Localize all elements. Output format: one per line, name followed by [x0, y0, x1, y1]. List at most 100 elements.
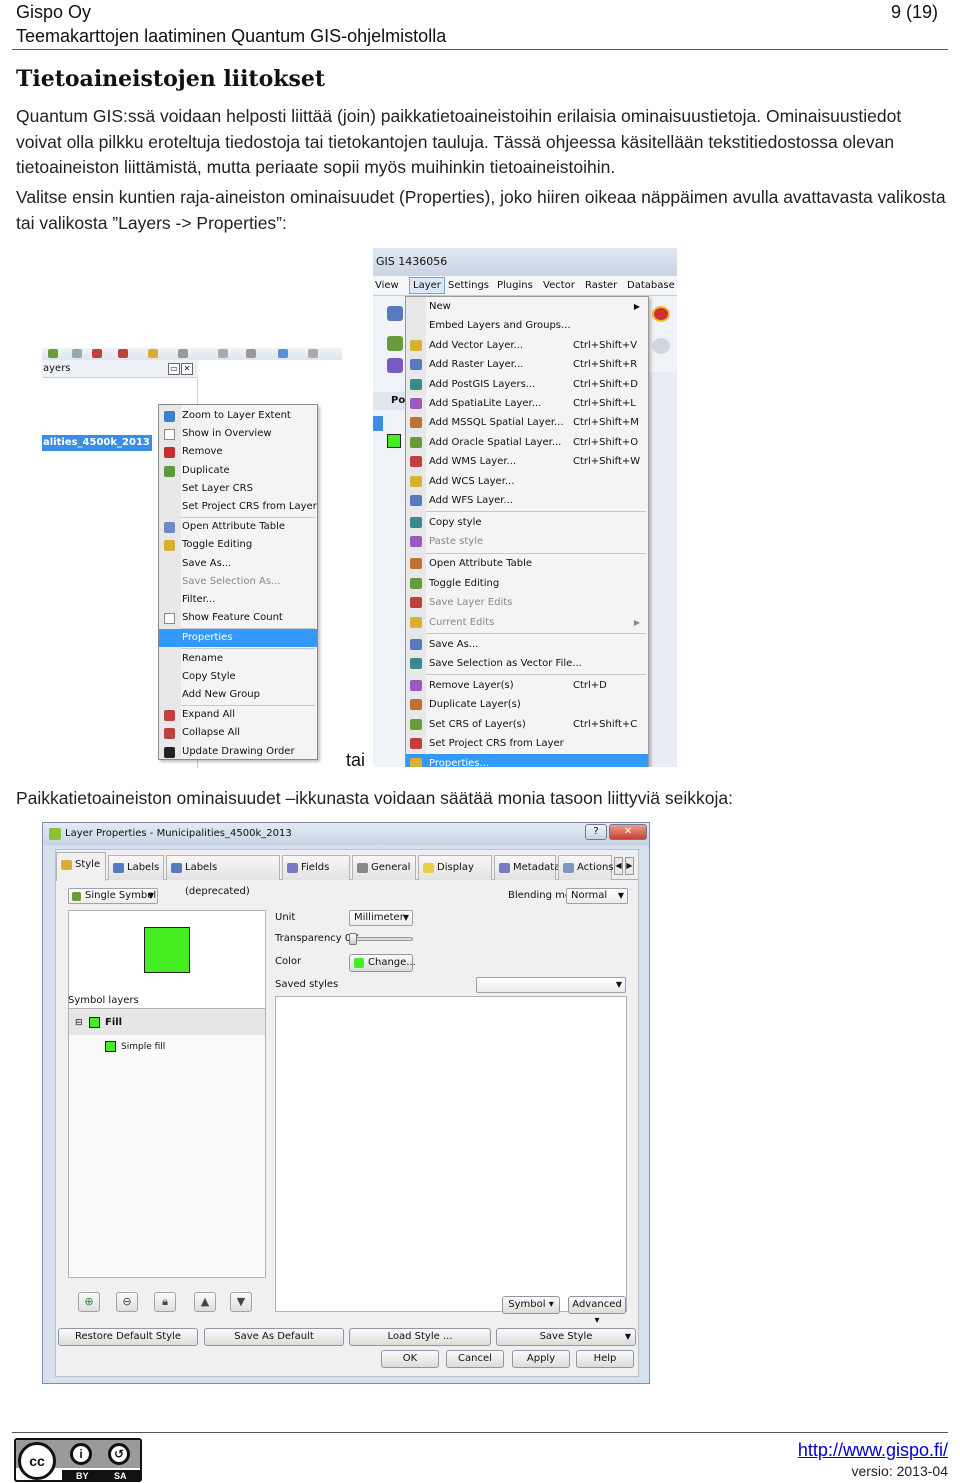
tab-scroll-left[interactable]: ◀: [614, 857, 623, 875]
remove-symbol-layer-button[interactable]: ⊖: [116, 1292, 138, 1312]
change-color-button[interactable]: Change...: [349, 954, 416, 972]
close-panel-button[interactable]: ✕: [181, 363, 193, 375]
menu-vector[interactable]: Vector: [543, 280, 575, 291]
context-menu-item[interactable]: Save Selection As...: [159, 573, 317, 591]
toolbar-icon[interactable]: [72, 349, 82, 358]
tab-actions[interactable]: Actions: [558, 855, 614, 880]
tree-item-simple-fill[interactable]: Simple fill: [121, 1042, 165, 1052]
layer-icon[interactable]: [387, 358, 403, 373]
layer-menu-item[interactable]: Copy style: [406, 513, 648, 532]
selected-layer[interactable]: alities_4500k_2013: [42, 435, 152, 451]
menu-database[interactable]: Database: [627, 280, 675, 291]
tab-labels-deprecated[interactable]: Labels (deprecated): [166, 855, 280, 897]
layer-menu-item[interactable]: Add SpatiaLite Layer... Ctrl+Shift+L: [406, 394, 648, 413]
toolbar-icon[interactable]: [246, 349, 256, 358]
layer-menu-item[interactable]: Properties...: [406, 753, 648, 767]
toolbar-icon[interactable]: [48, 349, 58, 358]
context-menu-item[interactable]: Set Project CRS from Layer: [159, 498, 317, 516]
layer-menu-item[interactable]: Save As...: [406, 635, 648, 654]
tree-collapse-toggle[interactable]: ⊟: [75, 1018, 83, 1028]
context-menu-item[interactable]: Open Attribute Table: [159, 518, 317, 536]
tab-labels[interactable]: Labels: [108, 855, 164, 880]
context-menu-item[interactable]: Show in Overview: [159, 425, 317, 443]
toolbar-icon[interactable]: [308, 349, 318, 358]
tab-scroll-right[interactable]: ▶: [625, 857, 634, 875]
layer-menu-item[interactable]: Current Edits ▶: [406, 613, 648, 632]
unit-select[interactable]: Millimeter ▼: [349, 910, 413, 926]
add-symbol-layer-button[interactable]: ⊕: [78, 1292, 100, 1312]
website-link[interactable]: http://www.gispo.fi/: [798, 1440, 948, 1461]
layer-menu-item[interactable]: Add MSSQL Spatial Layer... Ctrl+Shift+M: [406, 413, 648, 432]
help-button[interactable]: Help: [576, 1350, 634, 1368]
layer-menu-item[interactable]: Paste style: [406, 532, 648, 551]
context-menu-item[interactable]: Update Drawing Order: [159, 743, 317, 761]
context-menu-item[interactable]: Filter...: [159, 591, 317, 609]
move-up-button[interactable]: ▲: [194, 1292, 216, 1312]
layer-menu-item[interactable]: Save Layer Edits: [406, 593, 648, 612]
layer-menu-item[interactable]: Add WCS Layer...: [406, 472, 648, 491]
layer-menu-item[interactable]: Toggle Editing: [406, 574, 648, 593]
checkbox[interactable]: [164, 429, 175, 441]
context-menu-item[interactable]: Show Feature Count: [159, 609, 317, 627]
context-menu-item[interactable]: Duplicate: [159, 462, 317, 480]
toolbar-icon[interactable]: [178, 349, 188, 358]
tab-general[interactable]: General: [352, 855, 416, 880]
context-menu-item[interactable]: Zoom to Layer Extent: [159, 407, 317, 425]
context-menu-item[interactable]: Remove: [159, 443, 317, 461]
save-as-default-button[interactable]: Save As Default: [204, 1328, 344, 1346]
tab-display[interactable]: Display: [418, 855, 492, 880]
layer-row-selected[interactable]: [373, 416, 383, 431]
advanced-button[interactable]: Advanced ▾: [568, 1296, 626, 1326]
toolbar-icon[interactable]: [118, 349, 128, 358]
context-menu-item[interactable]: Collapse All: [159, 724, 317, 742]
pan-icon[interactable]: [387, 336, 403, 351]
menu-layer[interactable]: Layer: [409, 277, 445, 294]
save-icon[interactable]: [387, 306, 403, 321]
move-down-button[interactable]: ▼: [230, 1292, 252, 1312]
context-menu-item[interactable]: Expand All: [159, 706, 317, 724]
toolbar-icon[interactable]: [218, 349, 228, 358]
context-menu-item[interactable]: Add New Group: [159, 686, 317, 704]
checkbox[interactable]: [164, 613, 175, 625]
identify-icon[interactable]: [652, 306, 670, 322]
transparency-slider[interactable]: [349, 933, 413, 945]
layer-menu-item[interactable]: Add Oracle Spatial Layer... Ctrl+Shift+O: [406, 433, 648, 452]
layer-menu-item[interactable]: Add Vector Layer... Ctrl+Shift+V: [406, 336, 648, 355]
restore-panel-button[interactable]: ▭: [168, 363, 180, 375]
context-menu-item[interactable]: Toggle Editing: [159, 536, 317, 554]
menu-plugins[interactable]: Plugins: [497, 280, 533, 291]
layer-menu-item[interactable]: Add Raster Layer... Ctrl+Shift+R: [406, 355, 648, 374]
context-menu-item[interactable]: Rename: [159, 650, 317, 668]
layer-menu-item[interactable]: Save Selection as Vector File...: [406, 654, 648, 673]
layer-menu-item[interactable]: Duplicate Layer(s): [406, 695, 648, 714]
layer-menu-item[interactable]: Embed Layers and Groups...: [406, 316, 648, 335]
apply-button[interactable]: Apply: [512, 1350, 570, 1368]
tab-metadata[interactable]: Metadata: [494, 855, 560, 880]
context-menu-item[interactable]: Set Layer CRS: [159, 480, 317, 498]
symbol-button[interactable]: Symbol ▾: [502, 1296, 560, 1314]
tree-item-fill[interactable]: Fill: [105, 1017, 122, 1028]
menu-view[interactable]: View: [375, 280, 399, 291]
toolbar-icon[interactable]: [278, 349, 288, 358]
layer-menu-item[interactable]: Set Project CRS from Layer: [406, 734, 648, 753]
layer-menu-item[interactable]: Set CRS of Layer(s) Ctrl+Shift+C: [406, 715, 648, 734]
close-window-button[interactable]: ✕: [609, 824, 647, 840]
help-window-button[interactable]: ?: [585, 824, 607, 840]
renderer-select[interactable]: Single Symbol ▼: [68, 888, 158, 904]
layer-menu-item[interactable]: Remove Layer(s) Ctrl+D: [406, 676, 648, 695]
save-style-button[interactable]: Save Style ▼: [496, 1328, 636, 1346]
layer-menu-item[interactable]: New ▶: [406, 297, 648, 316]
cancel-button[interactable]: Cancel: [446, 1350, 504, 1368]
layer-menu-item[interactable]: Add WFS Layer...: [406, 491, 648, 510]
context-menu-item[interactable]: Save As...: [159, 555, 317, 573]
restore-default-style-button[interactable]: Restore Default Style: [58, 1328, 198, 1346]
layer-menu-item[interactable]: Open Attribute Table: [406, 554, 648, 573]
tab-style[interactable]: Style: [56, 852, 106, 881]
menu-raster[interactable]: Raster: [585, 280, 617, 291]
tab-fields[interactable]: Fields: [282, 855, 350, 880]
transparency-slider-thumb[interactable]: [349, 933, 357, 945]
lock-layer-button[interactable]: 🔒︎: [154, 1292, 176, 1312]
context-menu-item[interactable]: Copy Style: [159, 668, 317, 686]
saved-styles-list[interactable]: [275, 996, 627, 1312]
load-style-button[interactable]: Load Style ...: [349, 1328, 491, 1346]
